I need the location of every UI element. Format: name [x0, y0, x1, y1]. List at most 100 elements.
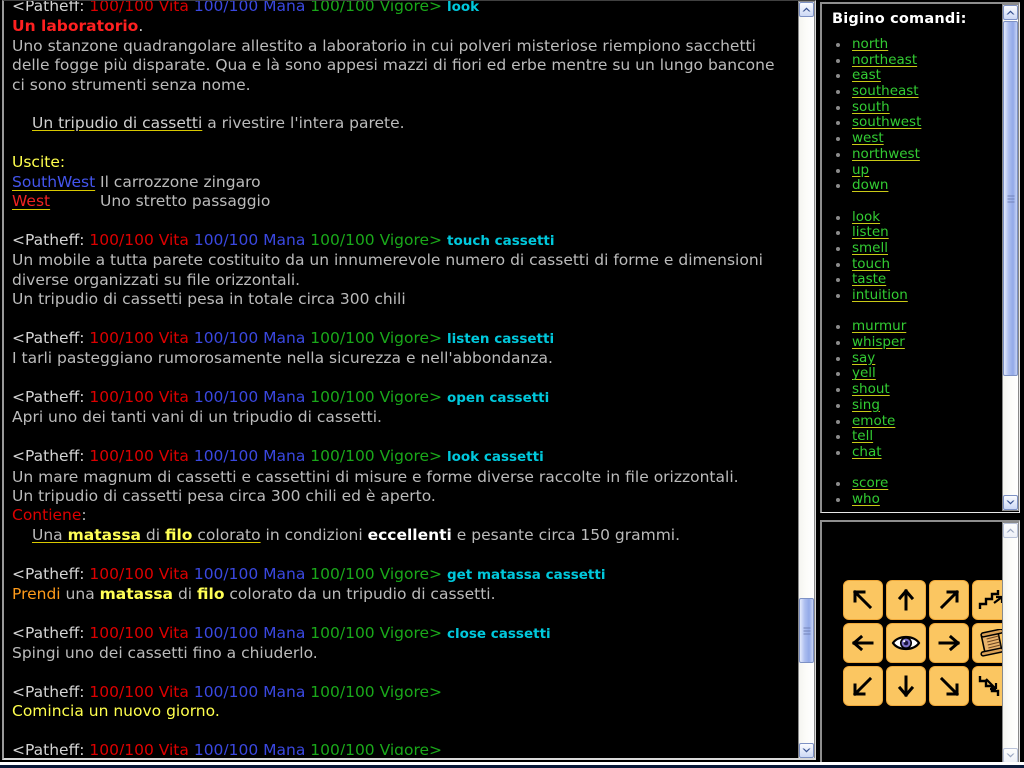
compass-scroll-up-button[interactable]	[1003, 523, 1018, 538]
sidebar-scroll-up-button[interactable]	[1003, 5, 1018, 20]
prompt-vita: 100/100 Vita	[89, 0, 188, 15]
output-text: Apri uno dei tanti vani di un tripudio d…	[12, 408, 382, 426]
prompt-vigore: 100/100 Vigore>	[310, 447, 442, 465]
bullet-icon	[836, 90, 840, 94]
southwest-button[interactable]	[843, 666, 883, 706]
sidebar-scrollbar[interactable]	[1002, 4, 1019, 511]
command-link-smell[interactable]: smell	[852, 240, 888, 256]
compass-scroll-down-button[interactable]	[1003, 748, 1018, 763]
south-button[interactable]	[886, 666, 926, 706]
command-list-item: say	[830, 351, 996, 367]
arrow-down-left-icon	[851, 674, 875, 698]
command-link-north[interactable]: north	[852, 36, 888, 52]
command-link-west[interactable]: west	[852, 130, 884, 146]
command-link-emote[interactable]: emote	[852, 413, 895, 429]
east-button[interactable]	[929, 623, 969, 663]
bullet-icon	[836, 43, 840, 47]
commands-reference-inner: Bigino comandi: northnortheasteastsouthe…	[822, 4, 1000, 511]
command-link-sing[interactable]: sing	[852, 397, 880, 413]
prompt-vigore: 100/100 Vigore>	[310, 231, 442, 249]
command-list-item: northeast	[830, 53, 996, 69]
command-link-score[interactable]: score	[852, 475, 888, 491]
output-text: Un mare magnum di cassetti e cassettini …	[12, 468, 739, 486]
event-text-line: Comincia un nuovo giorno.	[12, 702, 792, 721]
commands-reference-pane: Bigino comandi: northnortheasteastsouthe…	[820, 2, 1020, 513]
prompt-character-name: <Patheff:	[12, 447, 84, 465]
southeast-button[interactable]	[929, 666, 969, 706]
main-scrollbar[interactable]	[798, 1, 815, 759]
bullet-icon	[836, 388, 840, 392]
exit-direction-link[interactable]: West	[12, 192, 100, 211]
container-item-link[interactable]: Una matassa di filo colorato	[32, 526, 261, 544]
get-action-line: Prendi una matassa di filo colorato da u…	[12, 585, 792, 604]
exit-direction-link[interactable]: SouthWest	[12, 173, 100, 192]
command-link-chat[interactable]: chat	[852, 444, 882, 460]
bullet-icon	[836, 169, 840, 173]
command-link-northwest[interactable]: northwest	[852, 146, 920, 162]
compass-scrollbar[interactable]	[1002, 522, 1019, 764]
prompt-character-name: <Patheff:	[12, 388, 84, 406]
look-button[interactable]	[886, 623, 926, 663]
command-link-look[interactable]: look	[852, 209, 880, 225]
command-link-shout[interactable]: shout	[852, 381, 890, 397]
blank-line	[12, 95, 792, 114]
northeast-button[interactable]	[929, 580, 969, 620]
command-link-east[interactable]: east	[852, 67, 881, 83]
scrollbar-grip-icon	[803, 627, 810, 634]
bullet-icon	[836, 74, 840, 78]
northwest-button[interactable]	[843, 580, 883, 620]
command-group-separator	[830, 194, 996, 210]
prompt-vita: 100/100 Vita	[89, 683, 188, 701]
west-button[interactable]	[843, 623, 883, 663]
prompt-vita: 100/100 Vita	[89, 231, 188, 249]
main-scroll-up-button[interactable]	[799, 2, 814, 17]
status-prompt-line: <Patheff: 100/100 Vita 100/100 Mana 100/…	[12, 624, 792, 644]
command-list-item: east	[830, 68, 996, 84]
prompt-character-name: <Patheff:	[12, 0, 84, 15]
prompt-character-name: <Patheff:	[12, 683, 84, 701]
command-link-southwest[interactable]: southwest	[852, 114, 921, 130]
container-item-line: Una matassa di filo colorato in condizio…	[12, 526, 792, 545]
command-link-list: northnortheasteastsoutheastsouthsouthwes…	[830, 37, 996, 508]
output-text: Un tripudio di cassetti pesa in totale c…	[12, 290, 406, 308]
command-list-item: intuition	[830, 288, 996, 304]
prompt-mana: 100/100 Mana	[194, 0, 306, 15]
north-button[interactable]	[886, 580, 926, 620]
command-link-yell[interactable]: yell	[852, 365, 876, 381]
command-link-intuition[interactable]: intuition	[852, 287, 908, 303]
command-link-down[interactable]: down	[852, 177, 888, 193]
command-link-listen[interactable]: listen	[852, 224, 889, 240]
command-link-south[interactable]: south	[852, 99, 890, 115]
echoed-command: get matassa cassetti	[447, 567, 605, 583]
arrow-up-left-icon	[851, 588, 875, 612]
command-link-up[interactable]: up	[852, 162, 869, 178]
main-scroll-down-button[interactable]	[799, 743, 814, 758]
exit-line: SouthWestIl carrozzone zingaro	[12, 173, 792, 192]
prompt-vigore: 100/100 Vigore>	[310, 741, 442, 755]
command-link-northeast[interactable]: northeast	[852, 52, 917, 68]
blank-line	[12, 134, 792, 153]
command-link-who[interactable]: who	[852, 491, 880, 507]
status-prompt-line: <Patheff: 100/100 Vita 100/100 Mana 100/…	[12, 741, 792, 755]
sidebar-scroll-down-button[interactable]	[1003, 495, 1018, 510]
action-keyword-1: matassa	[100, 585, 173, 603]
command-link-tell[interactable]: tell	[852, 428, 873, 444]
command-link-murmur[interactable]: murmur	[852, 318, 906, 334]
command-link-southeast[interactable]: southeast	[852, 83, 919, 99]
command-list-item: look	[830, 210, 996, 226]
main-scrollbar-thumb[interactable]	[799, 598, 814, 663]
command-link-say[interactable]: say	[852, 350, 875, 366]
prompt-mana: 100/100 Mana	[194, 388, 306, 406]
bullet-icon	[836, 435, 840, 439]
echoed-command: look	[447, 0, 479, 15]
output-text: Uno stanzone quadrangolare allestito a l…	[12, 37, 779, 94]
sidebar-scrollbar-thumb[interactable]	[1003, 21, 1018, 376]
command-link-touch[interactable]: touch	[852, 256, 890, 272]
command-list-item: up	[830, 163, 996, 179]
command-link-whisper[interactable]: whisper	[852, 334, 905, 350]
command-link-taste[interactable]: taste	[852, 271, 886, 287]
command-list-item: west	[830, 131, 996, 147]
bullet-icon	[836, 184, 840, 188]
prompt-vigore: 100/100 Vigore>	[310, 683, 442, 701]
item-condition-prefix: in condizioni	[261, 526, 368, 544]
